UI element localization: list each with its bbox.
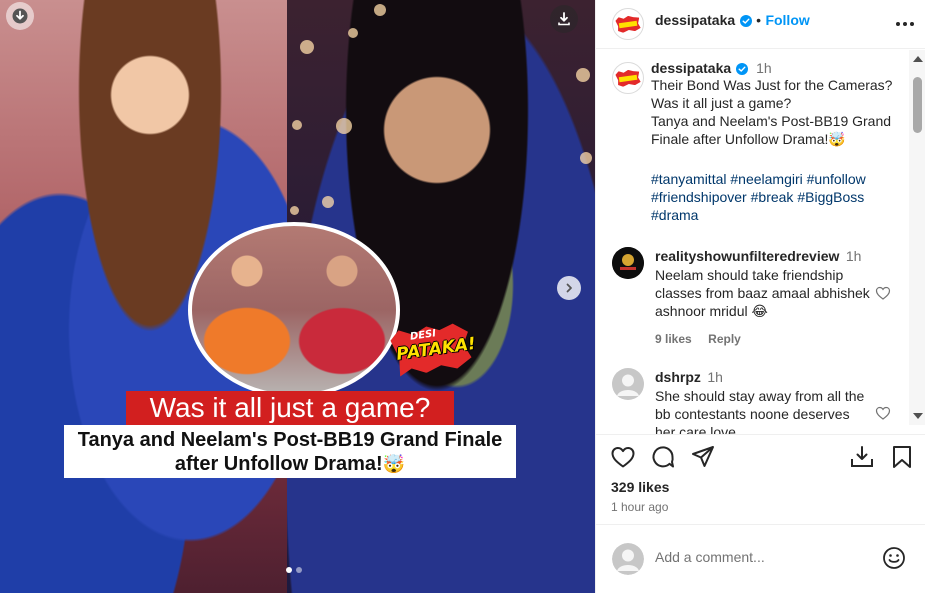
hashtag-link[interactable]: #unfollow	[807, 171, 866, 187]
comment-input[interactable]	[655, 545, 865, 569]
headline-line-2: after Unfollow Drama!🤯	[64, 452, 516, 477]
header-username[interactable]: dessipataka	[655, 12, 735, 28]
comment-header: dshrpz 1h	[655, 369, 723, 387]
comment-body: She should stay away from all the bb con…	[655, 387, 885, 435]
comment-body: Neelam should take friendship classes fr…	[655, 266, 885, 321]
comment-time: 1h	[707, 369, 723, 385]
comment-line: her care love	[655, 424, 736, 435]
verified-badge-icon	[735, 62, 748, 75]
comments-scrollbar[interactable]	[909, 50, 925, 425]
exploding-head-emoji: 🤯	[828, 132, 846, 148]
pataka-logo-mini	[615, 14, 641, 33]
caption-line: Was it all just a game?	[651, 95, 792, 111]
inset-photo	[188, 222, 400, 398]
scrollbar-thumb[interactable]	[913, 77, 922, 133]
comment-time: 1h	[845, 248, 862, 264]
separator-dot: •	[756, 12, 761, 28]
bokeh-light	[374, 4, 386, 16]
comment-line: ashnoor mridul 😂	[655, 302, 885, 321]
bokeh-light	[576, 68, 590, 82]
bokeh-light	[348, 28, 358, 38]
hashtag-link[interactable]: #break	[751, 189, 794, 205]
pataka-logo-mini	[615, 68, 641, 87]
comments-scroll-area[interactable]: dessipataka 1h Their Bond Was Just for t…	[596, 50, 925, 435]
comment-icon[interactable]	[650, 444, 676, 470]
laughing-emoji: 😂	[751, 304, 768, 320]
download-icon[interactable]	[6, 2, 34, 30]
commenter-avatar[interactable]	[612, 247, 644, 279]
hashtag-row: #drama	[651, 206, 901, 224]
commenter-avatar[interactable]	[612, 368, 644, 400]
carousel-dot	[296, 567, 302, 573]
scroll-down-arrow[interactable]	[913, 413, 923, 419]
post-media[interactable]: DESI PATAKA! Was it all just a game? Tan…	[0, 0, 595, 593]
bokeh-light	[292, 120, 302, 130]
more-options-icon[interactable]	[893, 12, 917, 36]
verified-badge-icon	[739, 14, 752, 27]
hashtag-link[interactable]: #drama	[651, 207, 698, 223]
save-to-collection-icon[interactable]	[849, 444, 875, 470]
add-comment-bar	[596, 524, 925, 593]
caption-text: Their Bond Was Just for the Cameras? Was…	[651, 76, 901, 149]
likes-count[interactable]: 329 likes	[611, 479, 669, 495]
comment-header: realityshowunfilteredreview 1h	[655, 248, 861, 266]
hashtag-row: #friendshipover #break #BiggBoss	[651, 188, 901, 206]
caption-time: 1h	[756, 60, 772, 76]
caption-avatar[interactable]	[612, 62, 644, 94]
carousel-indicator	[286, 567, 302, 573]
comment-username[interactable]: realityshowunfilteredreview	[655, 248, 839, 264]
next-slide-button[interactable]	[557, 276, 581, 300]
carousel-dot	[286, 567, 292, 573]
heart-icon[interactable]	[610, 444, 636, 470]
paper-plane-icon[interactable]	[690, 444, 716, 470]
headline-question: Was it all just a game?	[126, 391, 454, 425]
caption-line: Finale after Unfollow Drama!🤯	[651, 130, 901, 149]
post-header: dessipataka • Follow	[596, 0, 925, 49]
emoji-icon[interactable]	[881, 545, 907, 571]
comment-line: classes from baaz amaal abhishek	[655, 285, 870, 301]
caption-line-text: Finale after Unfollow Drama!	[651, 131, 829, 147]
bokeh-light	[336, 118, 352, 134]
chevron-right-icon	[566, 283, 572, 293]
headline-line-1: Tanya and Neelam's Post-BB19 Grand Final…	[77, 429, 503, 451]
instagram-post-view: DESI PATAKA! Was it all just a game? Tan…	[0, 0, 925, 593]
exploding-head-emoji: 🤯	[382, 454, 406, 475]
hashtag-link[interactable]: #friendshipover	[651, 189, 747, 205]
comment-meta-row: 9 likes Reply	[655, 330, 741, 348]
hashtag-list: #tanyamittal #neelamgiri #unfollow #frien…	[651, 170, 901, 224]
caption-line: Their Bond Was Just for the Cameras?	[651, 77, 893, 93]
bokeh-light	[300, 40, 314, 54]
download-icon[interactable]	[550, 5, 578, 33]
hashtag-link[interactable]: #neelamgiri	[730, 171, 802, 187]
heart-icon[interactable]	[875, 405, 891, 421]
bokeh-light	[322, 196, 334, 208]
heart-icon[interactable]	[875, 285, 891, 301]
post-timestamp[interactable]: 1 hour ago	[611, 500, 668, 514]
hashtag-link[interactable]: #tanyamittal	[651, 171, 726, 187]
headline-line-2-text: after Unfollow Drama!	[174, 453, 383, 475]
comment-line: Neelam should take friendship	[655, 267, 844, 283]
comment-username[interactable]: dshrpz	[655, 369, 701, 385]
bokeh-light	[290, 206, 299, 215]
header-user-row: dessipataka • Follow	[655, 12, 810, 30]
comment-line: She should stay away from all the	[655, 388, 865, 404]
hashtag-link[interactable]: #BiggBoss	[797, 189, 864, 205]
author-avatar[interactable]	[612, 8, 644, 40]
bookmark-icon[interactable]	[889, 444, 915, 470]
comment-line-text: ashnoor mridul	[655, 303, 748, 319]
post-details-panel: dessipataka • Follow dessipataka 1h Thei…	[595, 0, 925, 593]
caption-line: Tanya and Neelam's Post-BB19 Grand	[651, 113, 892, 129]
post-actions-bar	[596, 436, 925, 476]
scroll-up-arrow[interactable]	[913, 56, 923, 62]
current-user-avatar[interactable]	[612, 543, 644, 575]
follow-button[interactable]: Follow	[765, 12, 809, 28]
comment-line: bb contestants noone deserves	[655, 406, 850, 422]
comment-likes[interactable]: 9 likes	[655, 332, 692, 346]
hashtag-row: #tanyamittal #neelamgiri #unfollow	[651, 170, 901, 188]
caption-username[interactable]: dessipataka	[651, 60, 731, 76]
bokeh-light	[580, 152, 592, 164]
headline-subtitle: Tanya and Neelam's Post-BB19 Grand Final…	[64, 425, 516, 478]
reply-button[interactable]: Reply	[708, 332, 741, 346]
